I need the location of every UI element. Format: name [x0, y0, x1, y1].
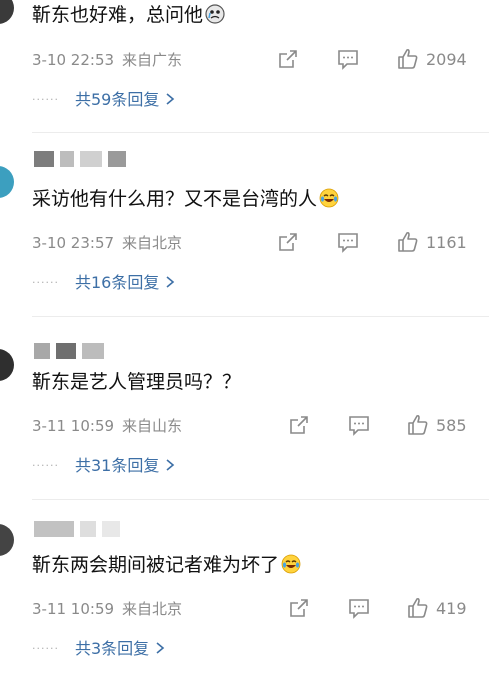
- laughing-tears-emoji: [319, 188, 339, 208]
- avatar[interactable]: [0, 166, 14, 198]
- username-blurred[interactable]: [34, 343, 110, 359]
- comment-text: 采访他有什么用？又不是台湾的人: [32, 186, 339, 212]
- comment-meta: 3-11 10:59 来自山东: [32, 416, 182, 436]
- divider: [32, 132, 489, 133]
- comment-location: 来自北京: [122, 600, 183, 618]
- comment-icon: [338, 50, 358, 70]
- like-button[interactable]: 419: [406, 596, 467, 620]
- share-button[interactable]: [288, 597, 310, 619]
- chevron-right-icon: [156, 642, 165, 654]
- username-blurred[interactable]: [34, 151, 132, 167]
- comment-icon: [349, 599, 369, 619]
- comment-button[interactable]: [337, 231, 359, 253]
- username-blurred[interactable]: [34, 521, 126, 537]
- share-button[interactable]: [277, 231, 299, 253]
- comment-meta: 3-11 10:59 来自北京: [32, 599, 182, 619]
- share-icon: [290, 599, 308, 617]
- avatar[interactable]: [0, 0, 14, 24]
- share-icon: [290, 416, 308, 434]
- avatar[interactable]: [0, 524, 14, 556]
- chevron-right-icon: [166, 276, 175, 288]
- dots-separator: ······: [32, 276, 59, 289]
- like-button[interactable]: 1161: [396, 230, 467, 254]
- reply-count: 共16条回复: [74, 273, 160, 292]
- dots-separator: ······: [32, 642, 59, 655]
- like-button[interactable]: 585: [406, 413, 467, 437]
- view-replies-link[interactable]: ······ 共3条回复: [32, 639, 165, 659]
- comment-location: 来自北京: [122, 234, 183, 252]
- comment-text: 靳东也好难，总问他: [32, 2, 225, 28]
- comment-location: 来自广东: [122, 51, 183, 69]
- view-replies-link[interactable]: ······ 共59条回复: [32, 90, 175, 110]
- comment-icon: [338, 233, 358, 253]
- reply-count: 共3条回复: [74, 639, 150, 658]
- chevron-right-icon: [166, 459, 175, 471]
- avatar[interactable]: [0, 349, 14, 381]
- comment-time: 3-11 10:59: [32, 600, 115, 618]
- comment-button[interactable]: [337, 48, 359, 70]
- share-button[interactable]: [288, 414, 310, 436]
- divider: [32, 499, 489, 500]
- thumbs-up-icon: [408, 597, 428, 618]
- comment-meta: 3-10 23:57 来自北京: [32, 233, 182, 253]
- comment-button[interactable]: [348, 597, 370, 619]
- chevron-right-icon: [166, 93, 175, 105]
- like-count: 2094: [426, 49, 467, 69]
- view-replies-link[interactable]: ······ 共16条回复: [32, 273, 175, 293]
- comment-meta: 3-10 22:53 来自广东: [32, 50, 182, 70]
- comment-icon: [349, 416, 369, 436]
- dots-separator: ······: [32, 459, 59, 472]
- comment-text: 靳东是艺人管理员吗？？: [32, 371, 242, 393]
- like-button[interactable]: 2094: [396, 47, 467, 71]
- crying-face-emoji: [205, 4, 225, 24]
- reply-count: 共31条回复: [74, 456, 160, 475]
- like-count: 1161: [426, 232, 467, 252]
- comment-time: 3-11 10:59: [32, 417, 115, 435]
- comment-location: 来自山东: [122, 417, 183, 435]
- thumbs-up-icon: [408, 414, 428, 435]
- share-icon: [279, 50, 297, 68]
- share-icon: [279, 233, 297, 251]
- divider: [32, 316, 489, 317]
- comment-time: 3-10 23:57: [32, 234, 115, 252]
- laughing-tears-emoji: [281, 554, 301, 574]
- comment-text: 靳东两会期间被记者难为坏了: [32, 552, 301, 578]
- comment-button[interactable]: [348, 414, 370, 436]
- thumbs-up-icon: [398, 231, 418, 252]
- reply-count: 共59条回复: [74, 90, 160, 109]
- like-count: 585: [436, 415, 467, 435]
- view-replies-link[interactable]: ······ 共31条回复: [32, 456, 175, 476]
- comment-time: 3-10 22:53: [32, 51, 115, 69]
- like-count: 419: [436, 598, 467, 618]
- dots-separator: ······: [32, 93, 59, 106]
- share-button[interactable]: [277, 48, 299, 70]
- thumbs-up-icon: [398, 48, 418, 69]
